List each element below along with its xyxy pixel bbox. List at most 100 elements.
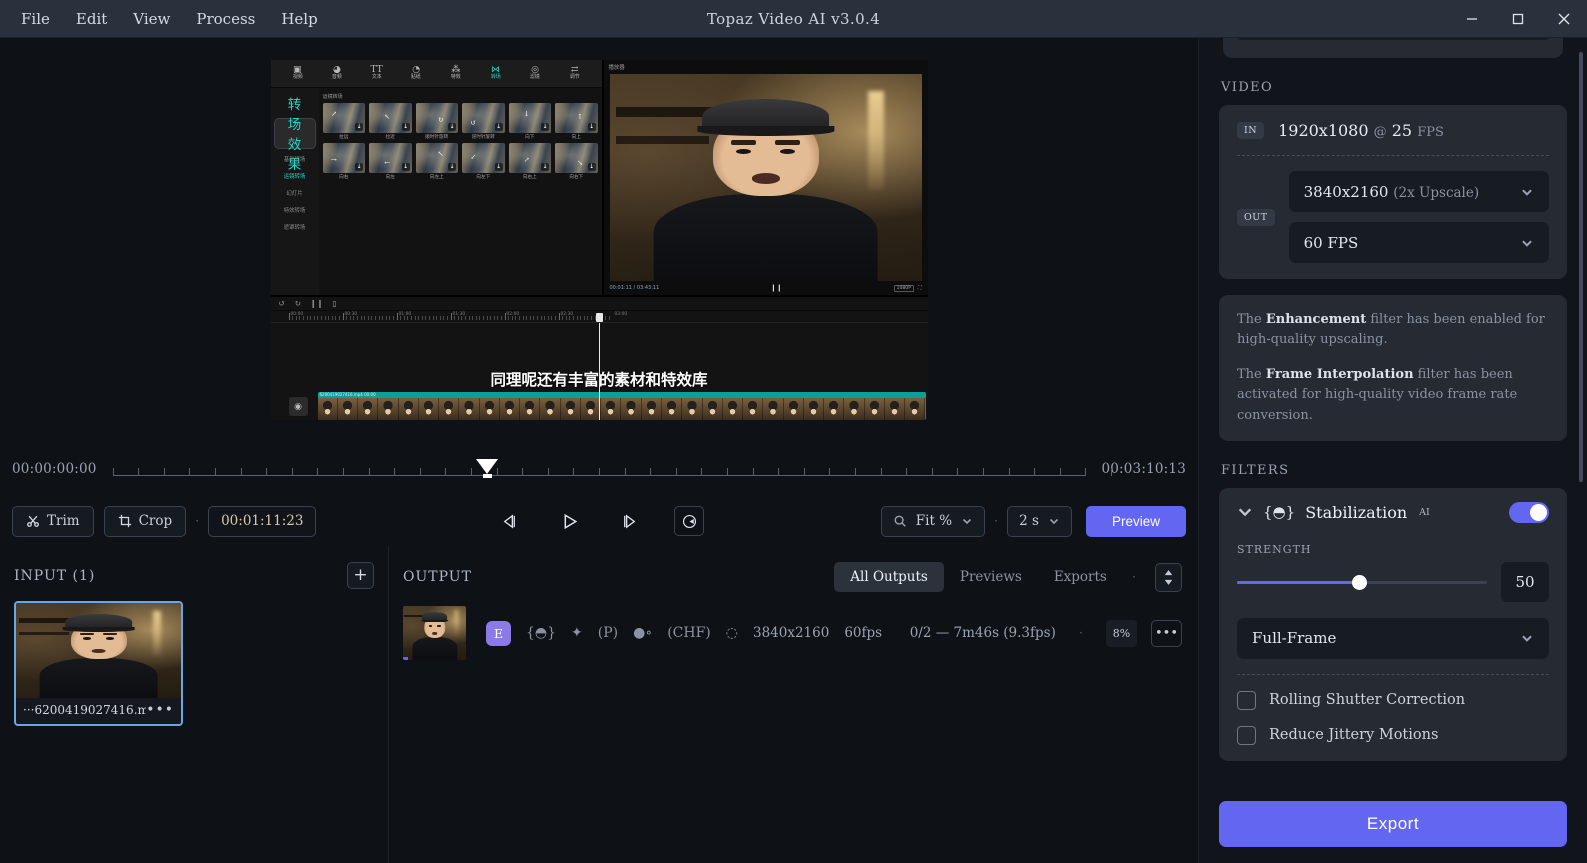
editor-tool-sticker: ◔ 贴纸 — [397, 65, 435, 81]
note-frame-interpolation: The Frame Interpolation filter has been … — [1237, 365, 1549, 425]
note-1-pre: The — [1237, 367, 1266, 383]
loop-button[interactable] — [674, 506, 704, 536]
editor-video-clip: 6200419027416.mp4 00:00 — [317, 392, 926, 420]
close-button[interactable] — [1541, 0, 1587, 38]
minimize-button[interactable] — [1449, 0, 1495, 38]
editor-transition-item: ↻ ⤓ 顺时针旋转 — [415, 103, 458, 140]
editor-record-button: ◉ — [288, 397, 308, 416]
trim-label: Trim — [47, 513, 80, 529]
editor-transition-item: ↖ ⤓ 拉近 — [369, 103, 412, 140]
stabilization-icon: {◓} — [1263, 503, 1296, 522]
editor-transition-grid: ↗ ⤓ 拉远 ↖ ⤓ 拉近 ↻ ⤓ 顺时针旋转 ↺ ⤓ 逆时针旋转 ↓ ⤓ 向下 ↑ ⤓ 向上 → ⤓ 向右 ← ⤓ 向左 ↖ ⤓… — [322, 103, 598, 180]
editor-quality-chip: 1080P — [893, 284, 914, 292]
editor-toolbar: ▣ 视频 ◕ 音频 TT 文本 ◔ 贴纸 ⁂ 特效 ⋈ 转场 ◎ 滤镜 ⇄ 调节 — [270, 60, 602, 88]
previous-frame-button[interactable] — [494, 506, 524, 536]
strength-slider-knob[interactable] — [1352, 574, 1367, 590]
menu-item-process[interactable]: Process — [185, 5, 266, 33]
output-percent-badge: 8% — [1106, 619, 1137, 647]
menu-item-file[interactable]: File — [10, 5, 61, 33]
output-more-button[interactable]: ••• — [1151, 619, 1182, 647]
strength-value-field[interactable]: 50 — [1501, 561, 1549, 602]
editor-nav: 转场效果 基础转场 运镜转场 幻灯片 特效转场 遮罩转场 — [270, 88, 319, 295]
input-fps-unit: FPS — [1417, 125, 1444, 140]
sort-button[interactable] — [1155, 562, 1182, 592]
chevron-down-icon — [962, 518, 972, 525]
editor-tool-transition: ⋈ 转场 — [477, 65, 515, 81]
output-scale-label: (2x Upscale) — [1393, 184, 1480, 201]
editor-tool-audio: ◕ 音频 — [318, 65, 356, 81]
sidebar-scrollbar[interactable] — [1579, 52, 1583, 482]
title-bar: File Edit View Process Help Topaz Video … — [0, 0, 1587, 38]
editor-player-time: 00:01:11 / 03:43:11 — [609, 285, 660, 291]
scissors-icon — [27, 515, 39, 527]
export-bar: Export — [1199, 791, 1587, 863]
rolling-shutter-row[interactable]: Rolling Shutter Correction — [1237, 690, 1549, 710]
video-section-label: VIDEO — [1221, 80, 1274, 95]
tab-exports[interactable]: Exports — [1038, 562, 1123, 592]
menu-item-help[interactable]: Help — [270, 5, 328, 33]
input-menu-button[interactable]: ••• — [146, 702, 174, 718]
menu-item-view[interactable]: View — [122, 5, 181, 33]
maximize-button[interactable] — [1495, 0, 1541, 38]
editor-tool-text: TT 文本 — [358, 65, 396, 81]
chevron-down-icon — [1522, 635, 1532, 642]
preview-stage: ▣ 视频 ◕ 音频 TT 文本 ◔ 贴纸 ⁂ 特效 ⋈ 转场 ◎ 滤镜 ⇄ 调节 转场效果 — [0, 38, 1198, 442]
scrubber-track[interactable] — [112, 454, 1112, 484]
scrubber-playhead-stem — [482, 474, 492, 478]
filter-divider — [1237, 673, 1549, 675]
preview-button[interactable]: Preview — [1085, 505, 1186, 537]
export-button[interactable]: Export — [1219, 801, 1567, 847]
stabilization-mode-value: Full-Frame — [1252, 629, 1337, 648]
menu-item-edit[interactable]: Edit — [65, 5, 118, 33]
rolling-shutter-checkbox[interactable] — [1237, 690, 1256, 710]
crop-icon — [118, 514, 131, 528]
output-fps-select[interactable]: 60 FPS — [1288, 222, 1549, 263]
output-resolution-select[interactable]: 3840x2160 (2x Upscale) — [1288, 171, 1549, 212]
interval-select[interactable]: 2 s — [1007, 505, 1072, 537]
window-controls — [1449, 0, 1587, 38]
editor-playhead — [596, 313, 603, 420]
editor-player-label: 播放器 — [608, 65, 625, 71]
download-icon: ⤓ — [448, 123, 456, 131]
filter-toggle[interactable] — [1509, 501, 1549, 523]
current-timecode-field[interactable]: 00:01:11:23 — [208, 505, 317, 537]
download-icon: ⤓ — [541, 123, 549, 131]
input-at-symbol: @ — [1373, 125, 1387, 140]
scrolled-card-remnant — [1223, 38, 1563, 58]
zoom-select[interactable]: Fit % — [880, 505, 986, 537]
reduce-jitter-row[interactable]: Reduce Jittery Motions — [1237, 725, 1549, 745]
scrubber-playhead[interactable] — [475, 459, 498, 474]
input-filename: ···6200419027416.mp4 — [23, 703, 146, 717]
play-button[interactable] — [554, 506, 584, 536]
tab-previews[interactable]: Previews — [944, 562, 1038, 592]
filter-notes-panel: The Enhancement filter has been enabled … — [1219, 295, 1567, 441]
editor-transition-item: → ⤓ 向右 — [322, 143, 365, 180]
note-0-bold: Enhancement — [1265, 312, 1367, 327]
video-preview[interactable]: ▣ 视频 ◕ 音频 TT 文本 ◔ 贴纸 ⁂ 特效 ⋈ 转场 ◎ 滤镜 ⇄ 调节 转场效果 — [270, 60, 928, 420]
editor-nav-item-4: 特效转场 — [283, 207, 306, 214]
strength-slider[interactable] — [1237, 574, 1487, 590]
editor-transition-item: ↖ ⤓ 向左上 — [415, 143, 458, 180]
input-card[interactable]: ···6200419027416.mp4 ••• — [14, 601, 183, 726]
input-thumbnail — [16, 603, 181, 698]
stabilization-mode-select[interactable]: Full-Frame — [1237, 617, 1549, 659]
view-tools-separator: · — [994, 513, 999, 529]
chevron-down-icon[interactable] — [1237, 504, 1253, 520]
reduce-jitter-checkbox[interactable] — [1237, 725, 1256, 745]
filter-ai-tag: AI — [1419, 506, 1430, 518]
trim-button[interactable]: Trim — [12, 505, 94, 537]
output-row[interactable]: E {◓} ✦ (P) ●∘ (CHF) ◌ 3840x2160 60fps 0… — [403, 606, 1182, 660]
output-progress-text: 0/2 — 7m46s (9.3fps) — [909, 625, 1056, 641]
add-input-button[interactable]: + — [347, 562, 374, 589]
zoom-value: Fit % — [915, 513, 953, 529]
output-progress-bar — [403, 657, 409, 660]
output-pane-title: OUTPUT — [403, 569, 472, 585]
crop-button[interactable]: Crop — [103, 505, 187, 537]
input-tag: IN — [1237, 122, 1265, 139]
view-tools: Fit % · 2 s Preview — [880, 505, 1186, 537]
download-icon: ⤓ — [541, 163, 549, 171]
tab-all-outputs[interactable]: All Outputs — [834, 562, 944, 592]
portrait-image — [609, 74, 922, 281]
next-frame-button[interactable] — [614, 506, 644, 536]
next-frame-icon — [623, 513, 635, 529]
